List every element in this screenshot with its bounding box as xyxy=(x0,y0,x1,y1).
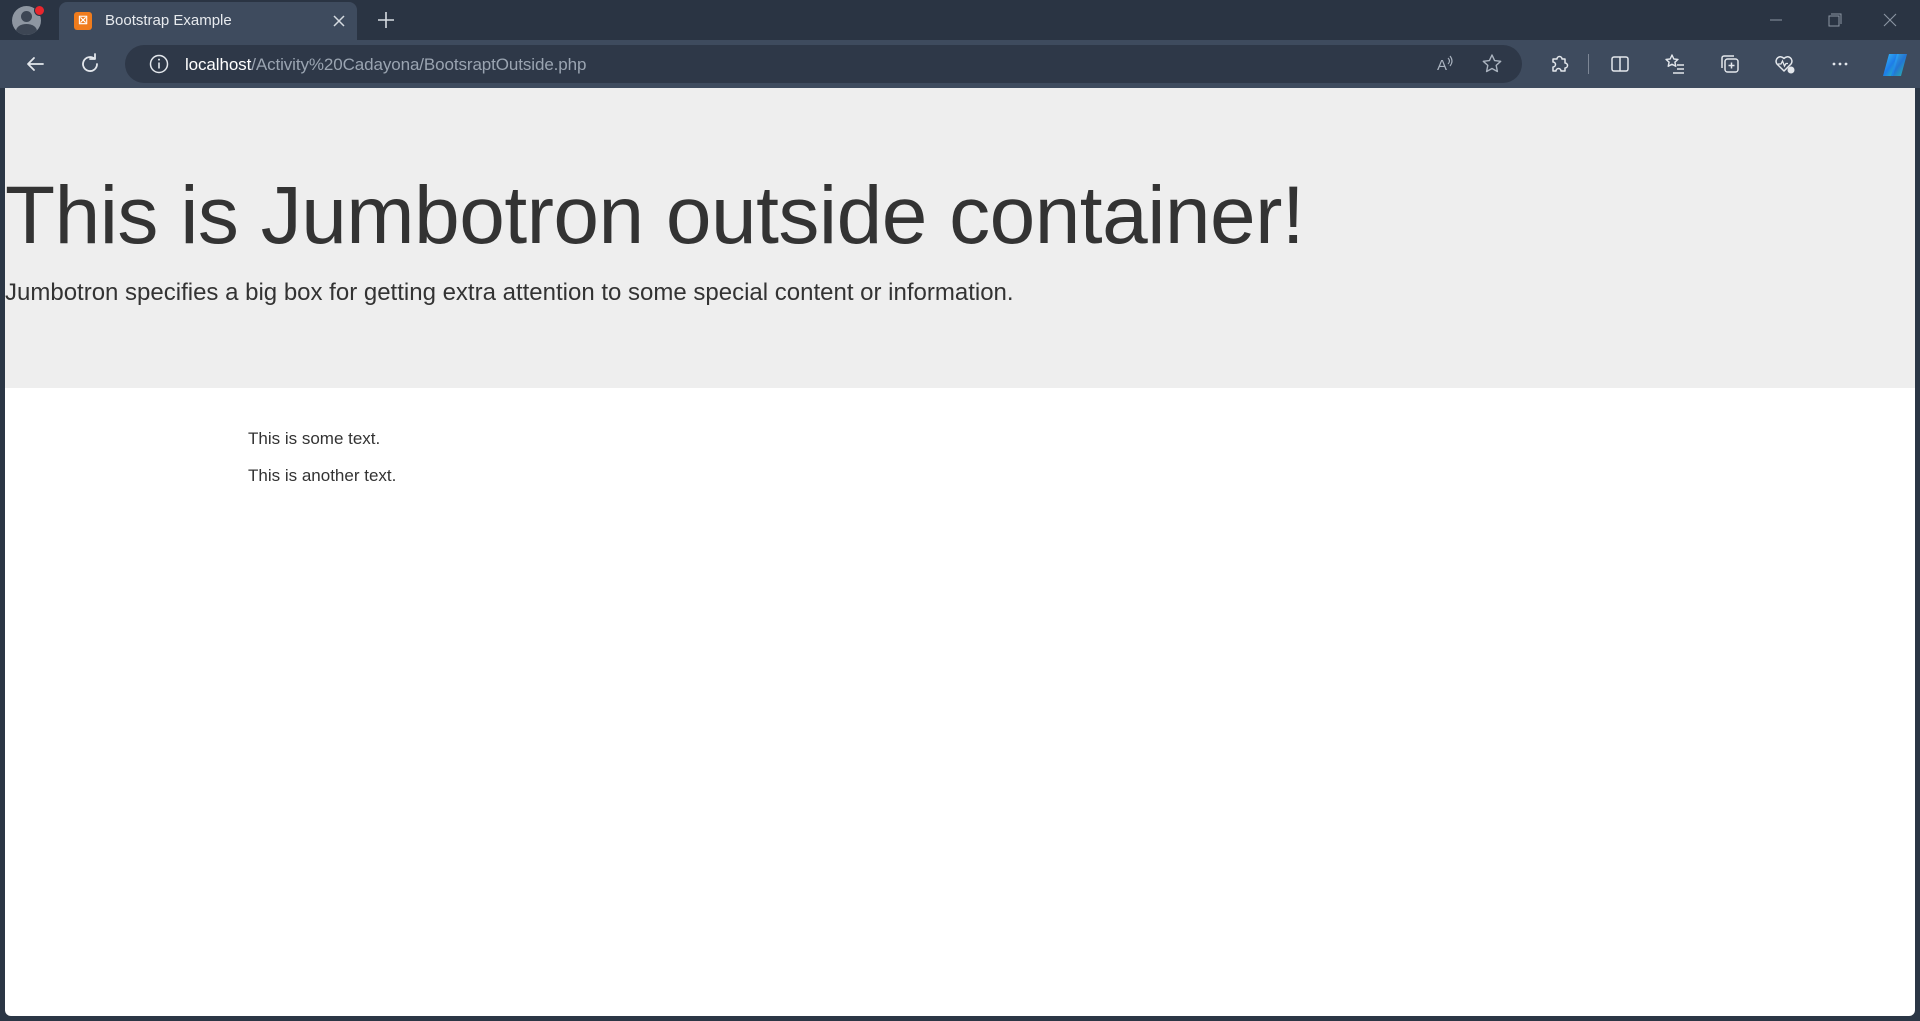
restore-icon[interactable] xyxy=(1821,8,1847,32)
tab-title: Bootstrap Example xyxy=(105,12,232,29)
paragraph-some-text: This is some text. xyxy=(248,429,381,448)
jumbotron-heading: This is Jumbotron outside container! xyxy=(5,170,1305,261)
address-bar[interactable]: localhost/Activity%20Cadayona/BootsraptO… xyxy=(125,45,1522,83)
puzzle-icon[interactable] xyxy=(1545,50,1573,78)
close-tab-icon[interactable] xyxy=(329,11,349,31)
minimize-icon[interactable] xyxy=(1763,8,1789,32)
jumbotron: This is Jumbotron outside container! Jum… xyxy=(5,88,1915,388)
tab-strip: ☒ Bootstrap Example xyxy=(0,0,1920,40)
toolbar-separator xyxy=(1588,54,1589,74)
url-path: /Activity%20Cadayona/BootsraptOutside.ph… xyxy=(251,55,587,74)
jumbotron-lead: Jumbotron specifies a big box for gettin… xyxy=(5,279,1014,306)
split-screen-icon[interactable] xyxy=(1606,50,1634,78)
page-viewport: This is Jumbotron outside container! Jum… xyxy=(5,88,1915,1016)
star-icon[interactable] xyxy=(1478,50,1506,78)
more-icon[interactable] xyxy=(1826,50,1854,78)
close-icon[interactable] xyxy=(1877,8,1903,32)
back-arrow-icon[interactable] xyxy=(21,50,49,78)
xampp-favicon-icon: ☒ xyxy=(74,12,92,30)
url-text[interactable]: localhost/Activity%20Cadayona/BootsraptO… xyxy=(185,55,586,75)
heart-pulse-icon[interactable] xyxy=(1770,50,1798,78)
paragraph-another-text: This is another text. xyxy=(248,466,397,485)
copilot-icon[interactable] xyxy=(1879,50,1911,80)
url-host: localhost xyxy=(185,55,252,74)
refresh-icon[interactable] xyxy=(76,50,104,78)
read-aloud-icon[interactable]: A xyxy=(1430,50,1458,78)
browser-window: ☒ Bootstrap Example localhost/Activity%2… xyxy=(0,0,1920,1021)
profile-notification-badge xyxy=(34,5,45,16)
tab-active[interactable]: ☒ Bootstrap Example xyxy=(59,2,357,40)
browser-toolbar: localhost/Activity%20Cadayona/BootsraptO… xyxy=(0,40,1920,88)
collections-icon[interactable] xyxy=(1716,50,1744,78)
plus-icon[interactable] xyxy=(375,9,397,31)
svg-text:A: A xyxy=(1437,57,1447,74)
info-icon[interactable] xyxy=(145,50,173,78)
favorites-list-icon[interactable] xyxy=(1661,50,1689,78)
